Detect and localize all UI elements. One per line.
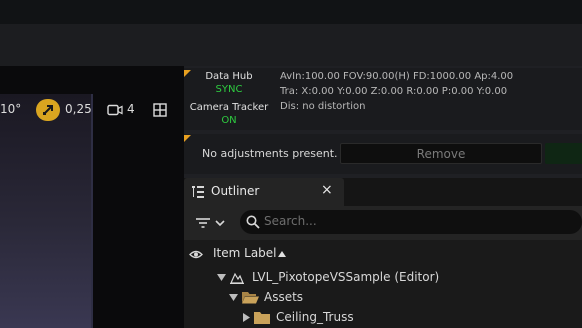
snap-scale-value[interactable]: 0,25 xyxy=(65,102,92,116)
tree-item-label: LVL_PixotopeVSSample (Editor) xyxy=(252,270,440,284)
transform-info-line: Tra: X:0.00 Y:0.00 Z:0.00 R:0.00 P:0.00 … xyxy=(280,86,508,97)
filter-icon xyxy=(196,218,210,228)
adjustments-corner-marker xyxy=(184,135,191,142)
sort-ascending-icon xyxy=(278,251,286,257)
chevron-down-icon xyxy=(215,220,225,227)
column-header-label: Item Label xyxy=(213,246,277,260)
close-icon[interactable]: × xyxy=(321,182,333,198)
data-hub-status: SYNC xyxy=(215,84,243,95)
scale-arrow-icon xyxy=(43,105,53,115)
tab-outliner-label: Outliner xyxy=(211,184,260,198)
data-hub-title: Data Hub xyxy=(205,71,253,82)
folder-icon xyxy=(254,312,270,324)
folder-open-icon xyxy=(242,292,259,304)
viewport-divider xyxy=(91,94,93,328)
fov-value[interactable]: 10° xyxy=(0,102,21,116)
tree-row-ceiling-truss[interactable]: Ceiling_Truss xyxy=(184,309,582,327)
eye-icon[interactable] xyxy=(189,250,203,259)
expand-closed-icon[interactable] xyxy=(243,313,250,322)
tab-outliner[interactable]: Outliner × xyxy=(184,178,344,206)
tree-item-label: Ceiling_Truss xyxy=(276,310,354,324)
remove-button[interactable]: Remove xyxy=(340,143,542,164)
camera-tracker-status: ON xyxy=(221,115,237,126)
search-placeholder: Search... xyxy=(264,214,317,228)
expand-open-icon[interactable] xyxy=(229,294,238,301)
camera-icon[interactable] xyxy=(107,104,123,116)
filter-dropdown[interactable] xyxy=(195,214,229,232)
outliner-icon xyxy=(192,186,204,198)
viewport-render[interactable] xyxy=(0,94,92,328)
search-input[interactable]: Search... xyxy=(240,210,582,234)
expand-open-icon[interactable] xyxy=(217,274,226,281)
search-icon xyxy=(246,215,260,229)
level-icon xyxy=(230,272,244,284)
layout-grid-icon[interactable] xyxy=(153,103,167,117)
camera-speed-value[interactable]: 4 xyxy=(127,102,135,116)
top-bar xyxy=(0,0,582,24)
tree-item-label: Assets xyxy=(264,290,304,304)
distortion-info-line: Dis: no distortion xyxy=(280,101,366,112)
apply-button[interactable] xyxy=(545,143,582,164)
tree-row-assets[interactable]: Assets xyxy=(184,289,582,307)
tree-row-level[interactable]: LVL_PixotopeVSSample (Editor) xyxy=(184,269,582,287)
column-header[interactable]: Item Label xyxy=(184,244,582,264)
toolbar-area xyxy=(0,24,582,67)
camera-tracker-label: Camera Tracker xyxy=(189,102,269,113)
viewport-toolbar: 10° 0,25 4 xyxy=(0,94,184,126)
lens-info-line: AvIn:100.00 FOV:90.00(H) FD:1000.00 Ap:4… xyxy=(280,71,514,82)
adjustments-message: No adjustments present. xyxy=(202,147,338,160)
snap-scale-button[interactable] xyxy=(36,99,60,121)
